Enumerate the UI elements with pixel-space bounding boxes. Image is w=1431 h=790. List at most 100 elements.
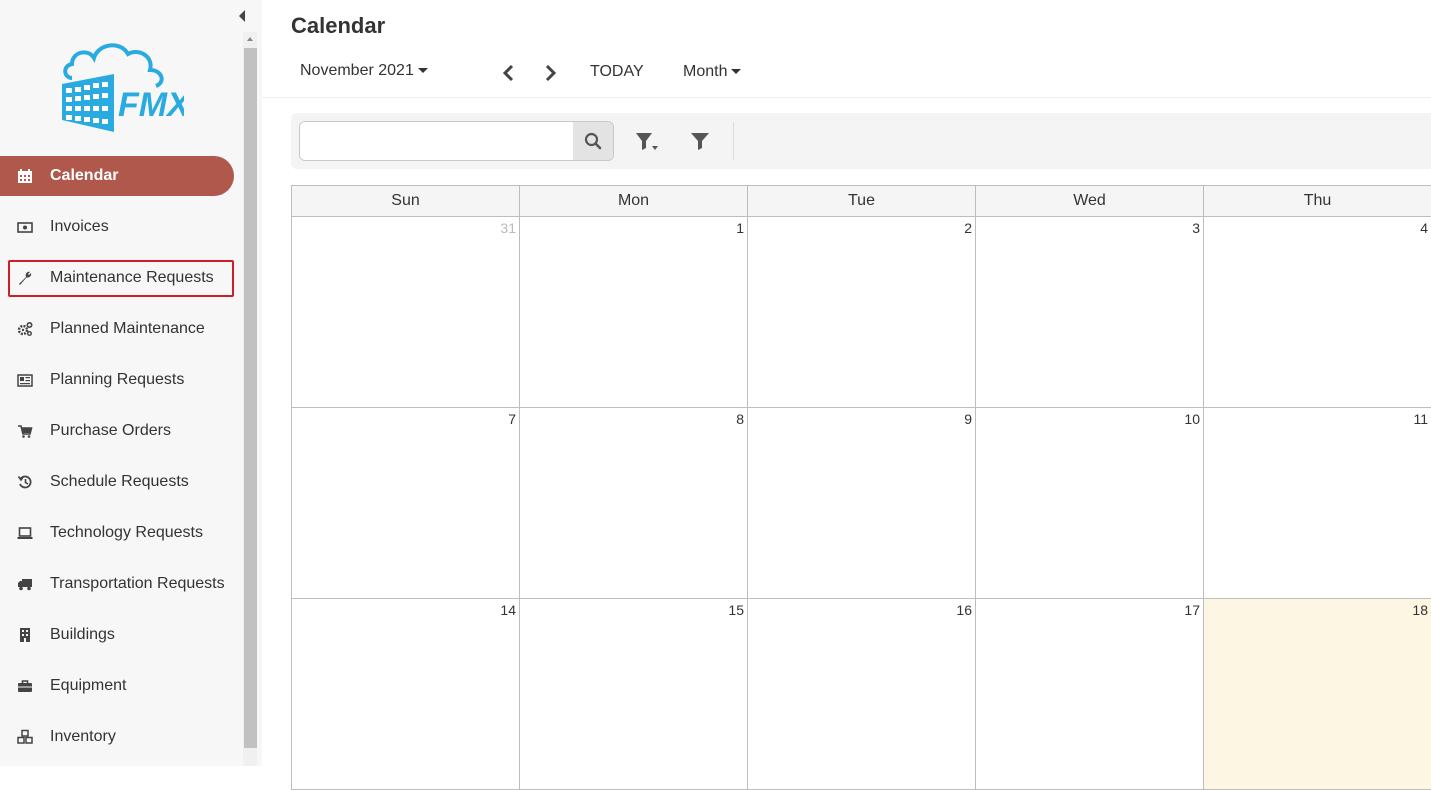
sidebar-item-label: Purchase Orders bbox=[50, 422, 171, 439]
calendar-day-cell[interactable]: 11 bbox=[1204, 408, 1431, 599]
filter-dropdown-icon bbox=[636, 133, 658, 150]
day-number: 10 bbox=[1184, 411, 1200, 427]
calendar-day-cell[interactable]: 4 bbox=[1204, 217, 1431, 408]
sidebar-item-invoices[interactable]: Invoices bbox=[0, 207, 240, 247]
sidebar-item-label: Schedule Requests bbox=[50, 473, 189, 490]
sidebar-item-label: Inventory bbox=[50, 728, 116, 745]
search-button[interactable] bbox=[573, 122, 613, 160]
calendar-day-cell[interactable]: 1 bbox=[520, 217, 748, 408]
calendar-icon bbox=[16, 167, 34, 185]
collapse-sidebar-icon[interactable] bbox=[236, 8, 248, 24]
day-number: 17 bbox=[1184, 602, 1200, 618]
day-number: 16 bbox=[956, 602, 972, 618]
chevron-right-icon bbox=[545, 64, 557, 82]
divider bbox=[262, 97, 1431, 98]
fmx-logo: FMX bbox=[58, 36, 192, 136]
sidebar: FMX Calendar Invoices Maintenance Reques… bbox=[0, 0, 262, 766]
filter-bar bbox=[291, 113, 1431, 169]
sidebar-item-maintenance-requests[interactable]: Maintenance Requests bbox=[0, 258, 240, 298]
cart-icon bbox=[16, 422, 34, 440]
view-dropdown[interactable]: Month bbox=[683, 63, 742, 81]
filter-button[interactable] bbox=[690, 131, 710, 151]
sidebar-item-purchase-orders[interactable]: Purchase Orders bbox=[0, 411, 240, 451]
day-number: 15 bbox=[728, 602, 744, 618]
day-number: 7 bbox=[508, 411, 516, 427]
next-month-button[interactable] bbox=[540, 62, 560, 84]
calendar-day-cell[interactable]: 16 bbox=[748, 599, 976, 790]
calendar-day-cell[interactable]: 17 bbox=[976, 599, 1204, 790]
calendar-day-cell[interactable]: 31 bbox=[292, 217, 520, 408]
toolbar-separator bbox=[733, 122, 734, 160]
weekday-header-cell: Tue bbox=[748, 186, 976, 217]
day-number: 31 bbox=[500, 220, 516, 236]
sidebar-item-label: Calendar bbox=[50, 167, 119, 184]
chevron-left-icon bbox=[502, 64, 514, 82]
sidebar-item-buildings[interactable]: Buildings bbox=[0, 615, 240, 655]
calendar-day-cell[interactable]: 7 bbox=[292, 408, 520, 599]
weekday-header-cell: Thu bbox=[1204, 186, 1431, 217]
calendar-day-cell[interactable]: 3 bbox=[976, 217, 1204, 408]
today-button[interactable]: TODAY bbox=[590, 63, 644, 81]
day-number: 1 bbox=[736, 220, 744, 236]
sidebar-item-planning-requests[interactable]: Planning Requests bbox=[0, 360, 240, 400]
calendar-week-row: 14 15 16 17 18 bbox=[291, 599, 1431, 790]
caret-down-icon bbox=[417, 68, 428, 74]
weekday-header: Sun Mon Tue Wed Thu bbox=[291, 185, 1431, 217]
calendar-day-cell[interactable]: 14 bbox=[292, 599, 520, 790]
calendar-day-cell[interactable]: 9 bbox=[748, 408, 976, 599]
sidebar-item-label: Planned Maintenance bbox=[50, 320, 205, 337]
prev-month-button[interactable] bbox=[499, 62, 519, 84]
search-box bbox=[299, 121, 614, 161]
calendar-day-cell[interactable]: 10 bbox=[976, 408, 1204, 599]
sidebar-item-planned-maintenance[interactable]: Planned Maintenance bbox=[0, 309, 240, 349]
scroll-up-icon[interactable] bbox=[243, 32, 257, 46]
sidebar-item-label: Planning Requests bbox=[50, 371, 185, 388]
toolbox-icon bbox=[16, 677, 34, 695]
day-number: 4 bbox=[1420, 220, 1428, 236]
history-icon bbox=[16, 473, 34, 491]
day-number: 2 bbox=[964, 220, 972, 236]
weekday-header-cell: Sun bbox=[292, 186, 520, 217]
day-number: 8 bbox=[736, 411, 744, 427]
gears-icon bbox=[16, 320, 34, 338]
sidebar-item-label: Invoices bbox=[50, 218, 109, 235]
sidebar-item-equipment[interactable]: Equipment bbox=[0, 666, 240, 706]
sidebar-item-inventory[interactable]: Inventory bbox=[0, 717, 240, 757]
wrench-icon bbox=[16, 269, 34, 287]
sidebar-nav: Calendar Invoices Maintenance Requests P… bbox=[0, 156, 240, 768]
view-label: Month bbox=[683, 63, 728, 80]
day-number: 18 bbox=[1412, 602, 1428, 618]
calendar-day-cell-today[interactable]: 18 bbox=[1204, 599, 1431, 790]
search-input[interactable] bbox=[300, 122, 574, 160]
sidebar-item-schedule-requests[interactable]: Schedule Requests bbox=[0, 462, 240, 502]
sidebar-item-calendar[interactable]: Calendar bbox=[0, 156, 234, 196]
logo-text: FMX bbox=[118, 86, 184, 124]
sidebar-item-label: Maintenance Requests bbox=[50, 269, 214, 286]
sidebar-item-label: Technology Requests bbox=[50, 524, 203, 541]
sidebar-item-transportation-requests[interactable]: Transportation Requests bbox=[0, 564, 240, 604]
calendar-week-row: 7 8 9 10 11 bbox=[291, 408, 1431, 599]
day-number: 9 bbox=[964, 411, 972, 427]
page-title: Calendar bbox=[291, 13, 386, 38]
sidebar-item-label: Transportation Requests bbox=[50, 575, 225, 592]
boxes-icon bbox=[16, 728, 34, 746]
sidebar-scrollbar-thumb[interactable] bbox=[244, 48, 257, 748]
day-number: 3 bbox=[1192, 220, 1200, 236]
calendar-grid: Sun Mon Tue Wed Thu 31 1 2 3 4 7 8 9 10 … bbox=[291, 185, 1431, 790]
calendar-day-cell[interactable]: 8 bbox=[520, 408, 748, 599]
building-icon bbox=[16, 626, 34, 644]
month-dropdown[interactable]: November 2021 bbox=[300, 62, 428, 80]
advanced-filter-button[interactable] bbox=[635, 131, 659, 153]
calendar-day-cell[interactable]: 15 bbox=[520, 599, 748, 790]
calendar-toolbar: November 2021 TODAY Month bbox=[291, 60, 1431, 86]
month-label: November 2021 bbox=[300, 62, 414, 79]
newspaper-icon bbox=[16, 371, 34, 389]
sidebar-item-label: Buildings bbox=[50, 626, 115, 643]
laptop-icon bbox=[16, 524, 34, 542]
weekday-header-cell: Wed bbox=[976, 186, 1204, 217]
calendar-day-cell[interactable]: 2 bbox=[748, 217, 976, 408]
main-content: Calendar November 2021 TODAY Month Sun M… bbox=[262, 0, 1431, 790]
sidebar-item-technology-requests[interactable]: Technology Requests bbox=[0, 513, 240, 553]
weekday-header-cell: Mon bbox=[520, 186, 748, 217]
filter-icon bbox=[691, 133, 709, 150]
